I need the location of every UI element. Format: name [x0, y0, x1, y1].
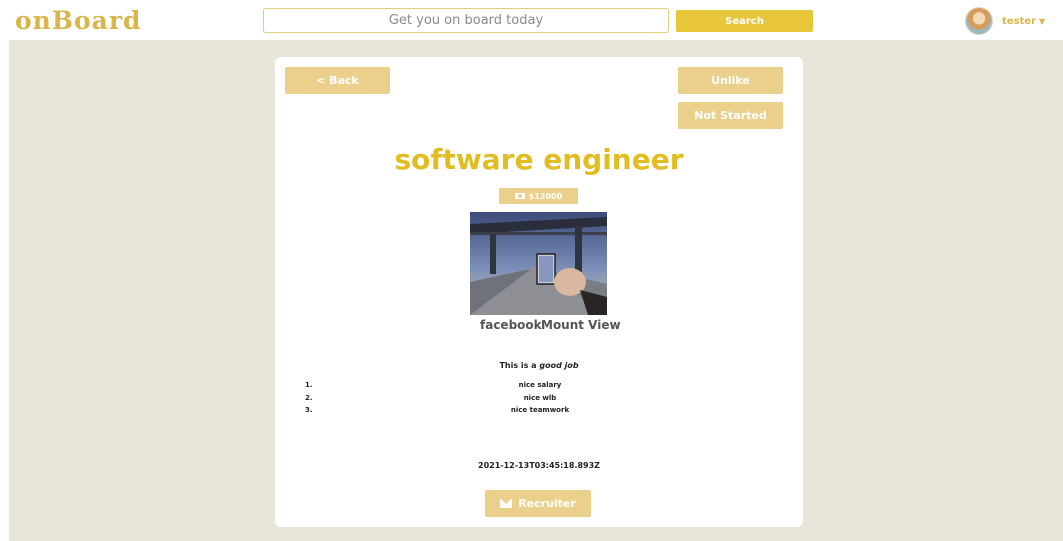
page-background: < Back Unlike Not Started software engin… [9, 40, 1063, 541]
job-location: Mount View [541, 318, 621, 332]
user-menu[interactable]: tester ▼ [965, 7, 1045, 35]
salary-badge: $12000 [499, 188, 578, 204]
back-button[interactable]: < Back [285, 67, 390, 94]
envelope-icon [500, 499, 513, 508]
list-text: nice wlb [523, 393, 557, 402]
list-text: nice salary [518, 381, 562, 389]
chevron-down-icon[interactable]: ▼ [1039, 17, 1045, 26]
job-description: This is a good job [275, 361, 803, 370]
unlike-button[interactable]: Unlike [678, 67, 783, 94]
logo[interactable]: onBoard [15, 6, 142, 35]
top-nav: onBoard Search tester ▼ [0, 0, 1063, 40]
recruiter-label: Recruiter [518, 497, 576, 510]
job-detail-card: < Back Unlike Not Started software engin… [275, 57, 803, 527]
salary-value: $12000 [528, 191, 563, 201]
description-text: This is a [499, 361, 540, 370]
company-name: facebook [480, 318, 542, 332]
list-item: 1. nice salary [305, 381, 775, 394]
username[interactable]: tester [1002, 16, 1036, 27]
description-emphasis: good job [539, 361, 579, 370]
company-image [470, 212, 607, 315]
recruiter-button[interactable]: Recruiter [485, 490, 591, 517]
money-icon [514, 193, 525, 199]
list-text: nice teamwork [510, 406, 570, 414]
search-button[interactable]: Search [676, 10, 813, 32]
search-input[interactable] [263, 8, 669, 33]
status-button[interactable]: Not Started [678, 102, 783, 129]
post-date: 2021-12-13T03:45:18.893Z [478, 461, 600, 470]
list-item: 2. nice wlb [305, 394, 775, 407]
perks-list: 1. nice salary 2. nice wlb 3. nice teamw… [305, 381, 775, 419]
list-item: 3. nice teamwork [305, 406, 775, 419]
avatar[interactable] [965, 7, 993, 35]
job-title: software engineer [394, 143, 684, 176]
